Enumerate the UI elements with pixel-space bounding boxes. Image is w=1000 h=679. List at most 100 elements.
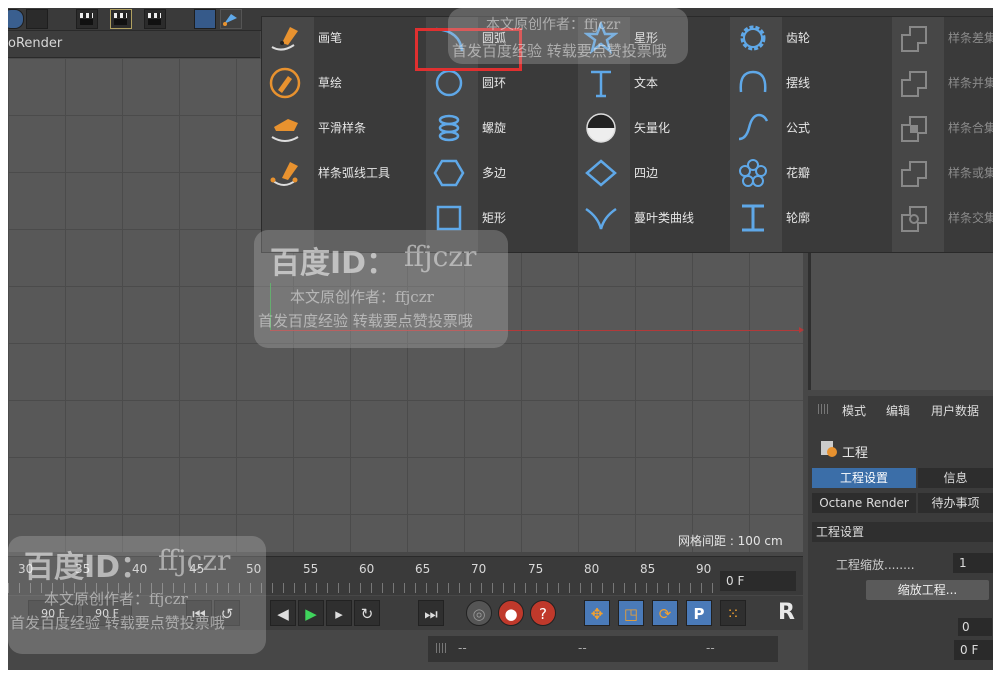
status-dash: -- xyxy=(578,641,587,655)
menu-item-label: 样条合集 xyxy=(948,121,993,135)
spline-arc-tool-icon xyxy=(270,162,298,186)
go-to-end-icon[interactable]: ⏭ xyxy=(418,600,444,626)
status-dash: -- xyxy=(458,641,467,655)
project-scale-label: 工程缩放........ xyxy=(836,558,915,572)
menu-item-label: 矢量化 xyxy=(634,121,671,135)
text-icon xyxy=(591,70,611,98)
current-frame-field[interactable]: 0 F xyxy=(720,571,796,591)
project-icon xyxy=(820,440,838,458)
menu-item-label: 样条或集 xyxy=(948,166,993,180)
move-key-icon[interactable]: ✥ xyxy=(584,600,610,626)
watermark-box xyxy=(8,536,266,654)
point-key-icon[interactable]: ⁙ xyxy=(720,600,746,626)
menu-mode[interactable]: 模式 xyxy=(842,402,866,419)
spline-pen-icon[interactable] xyxy=(220,9,242,29)
menu-item-label: 轮廓 xyxy=(786,211,811,225)
prev-frame-icon[interactable]: ◀ xyxy=(270,600,296,626)
circle-icon xyxy=(435,69,463,97)
section-header: 工程设置 xyxy=(812,522,993,542)
smooth-spline-icon xyxy=(271,119,299,142)
menu-item-label: 圆环 xyxy=(482,76,507,90)
menu-item-label: 花瓣 xyxy=(786,166,811,180)
rotate-key-icon[interactable]: ⟳ xyxy=(652,600,678,626)
menu-item-label: 平滑样条 xyxy=(318,121,367,135)
flower-icon xyxy=(739,159,767,187)
menu-item-label: 蔓叶类曲线 xyxy=(634,211,695,225)
value-field[interactable]: 0 xyxy=(958,618,992,636)
cissoid-icon xyxy=(585,207,617,230)
tab-todo[interactable]: 待办事项 xyxy=(918,493,993,513)
menu-item-label: 齿轮 xyxy=(786,31,811,45)
render-icon[interactable] xyxy=(110,9,132,29)
spline-intersect-icon xyxy=(901,206,927,232)
spline-union-icon xyxy=(901,71,927,97)
spline-or-icon xyxy=(901,161,927,187)
panel-grip-icon[interactable] xyxy=(818,404,830,414)
menu-item-label: 草绘 xyxy=(318,76,343,90)
render-view-icon[interactable] xyxy=(76,9,98,29)
menu-user-data[interactable]: 用户数据 xyxy=(931,402,979,419)
tick: 90 xyxy=(696,562,712,576)
scale-key-icon[interactable]: ◳ xyxy=(618,600,644,626)
param-key-icon[interactable]: P xyxy=(686,600,712,626)
status-dash: -- xyxy=(706,641,715,655)
menu-item-label: 画笔 xyxy=(318,31,343,45)
autokey-icon[interactable]: ● xyxy=(498,600,524,626)
object-manager-panel xyxy=(808,248,993,390)
watermark-box xyxy=(448,8,688,64)
spline-and-icon xyxy=(901,116,927,142)
menu-item-label: 样条差集 xyxy=(948,31,993,45)
status-bar: -- -- -- xyxy=(428,636,778,662)
object-title: 工程 xyxy=(842,446,869,461)
spline-subtract-icon xyxy=(901,26,927,52)
hexagon-icon xyxy=(433,159,465,187)
attribute-manager: 模式 编辑 用户数据 工程 工程设置 信息 Octane Render 待办事项… xyxy=(808,396,993,670)
loop-icon[interactable]: ↻ xyxy=(354,600,380,626)
watermark-box xyxy=(254,230,508,348)
helix-icon xyxy=(438,114,460,142)
scale-project-button[interactable]: 缩放工程... xyxy=(866,580,989,600)
menu-item-label: 螺旋 xyxy=(482,121,507,135)
frame-value-field[interactable]: 0 F xyxy=(954,640,993,660)
formula-icon xyxy=(738,113,769,141)
vectorizer-icon xyxy=(586,113,616,143)
next-frame-icon[interactable]: ▸ xyxy=(326,600,352,626)
tick: 80 xyxy=(584,562,600,576)
tick: 65 xyxy=(415,562,431,576)
tick: 55 xyxy=(303,562,319,576)
menu-item-label: 文本 xyxy=(634,76,659,90)
sketch-icon xyxy=(269,67,301,99)
c4d-window: oRender 网格间距 : 100 cm 模式 编辑 用户数据 工程 工程设置… xyxy=(8,8,993,670)
keyframe-help-icon[interactable]: ? xyxy=(530,600,556,626)
menu-item-label: 矩形 xyxy=(482,211,507,225)
menu-item-label: 样条并集 xyxy=(948,76,993,90)
pen-icon xyxy=(271,27,298,51)
panel-grip-icon[interactable] xyxy=(436,643,448,653)
snap-icon[interactable] xyxy=(26,9,48,29)
octane-logo-icon: R xyxy=(778,600,795,625)
menu-item-label: 公式 xyxy=(786,121,811,135)
record-icon[interactable] xyxy=(8,9,24,29)
diamond-icon xyxy=(585,159,617,187)
tick: 85 xyxy=(640,562,656,576)
gear-icon xyxy=(740,25,766,51)
menu-item-label: 摆线 xyxy=(786,76,811,90)
render-settings-icon[interactable] xyxy=(144,9,166,29)
menu-item-label: 样条交集 xyxy=(948,211,993,225)
play-icon[interactable]: ▶ xyxy=(298,600,324,626)
cycloid-icon xyxy=(739,70,767,93)
viewport-title-bar: oRender xyxy=(8,31,260,58)
tick: 75 xyxy=(528,562,544,576)
tab-octane-render[interactable]: Octane Render xyxy=(812,493,916,513)
project-scale-input[interactable]: 1 xyxy=(953,553,993,573)
menu-edit[interactable]: 编辑 xyxy=(886,402,910,419)
profile-icon xyxy=(742,204,764,232)
tick: 70 xyxy=(471,562,487,576)
menu-item-label: 四边 xyxy=(634,166,659,180)
tick: 60 xyxy=(359,562,375,576)
tab-info[interactable]: 信息 xyxy=(918,468,993,488)
record-disabled-icon[interactable]: ◎ xyxy=(466,600,492,626)
cube-icon[interactable] xyxy=(194,9,216,29)
grid-spacing-label: 网格间距 : 100 cm xyxy=(678,534,783,548)
tab-project-settings[interactable]: 工程设置 xyxy=(812,468,916,488)
